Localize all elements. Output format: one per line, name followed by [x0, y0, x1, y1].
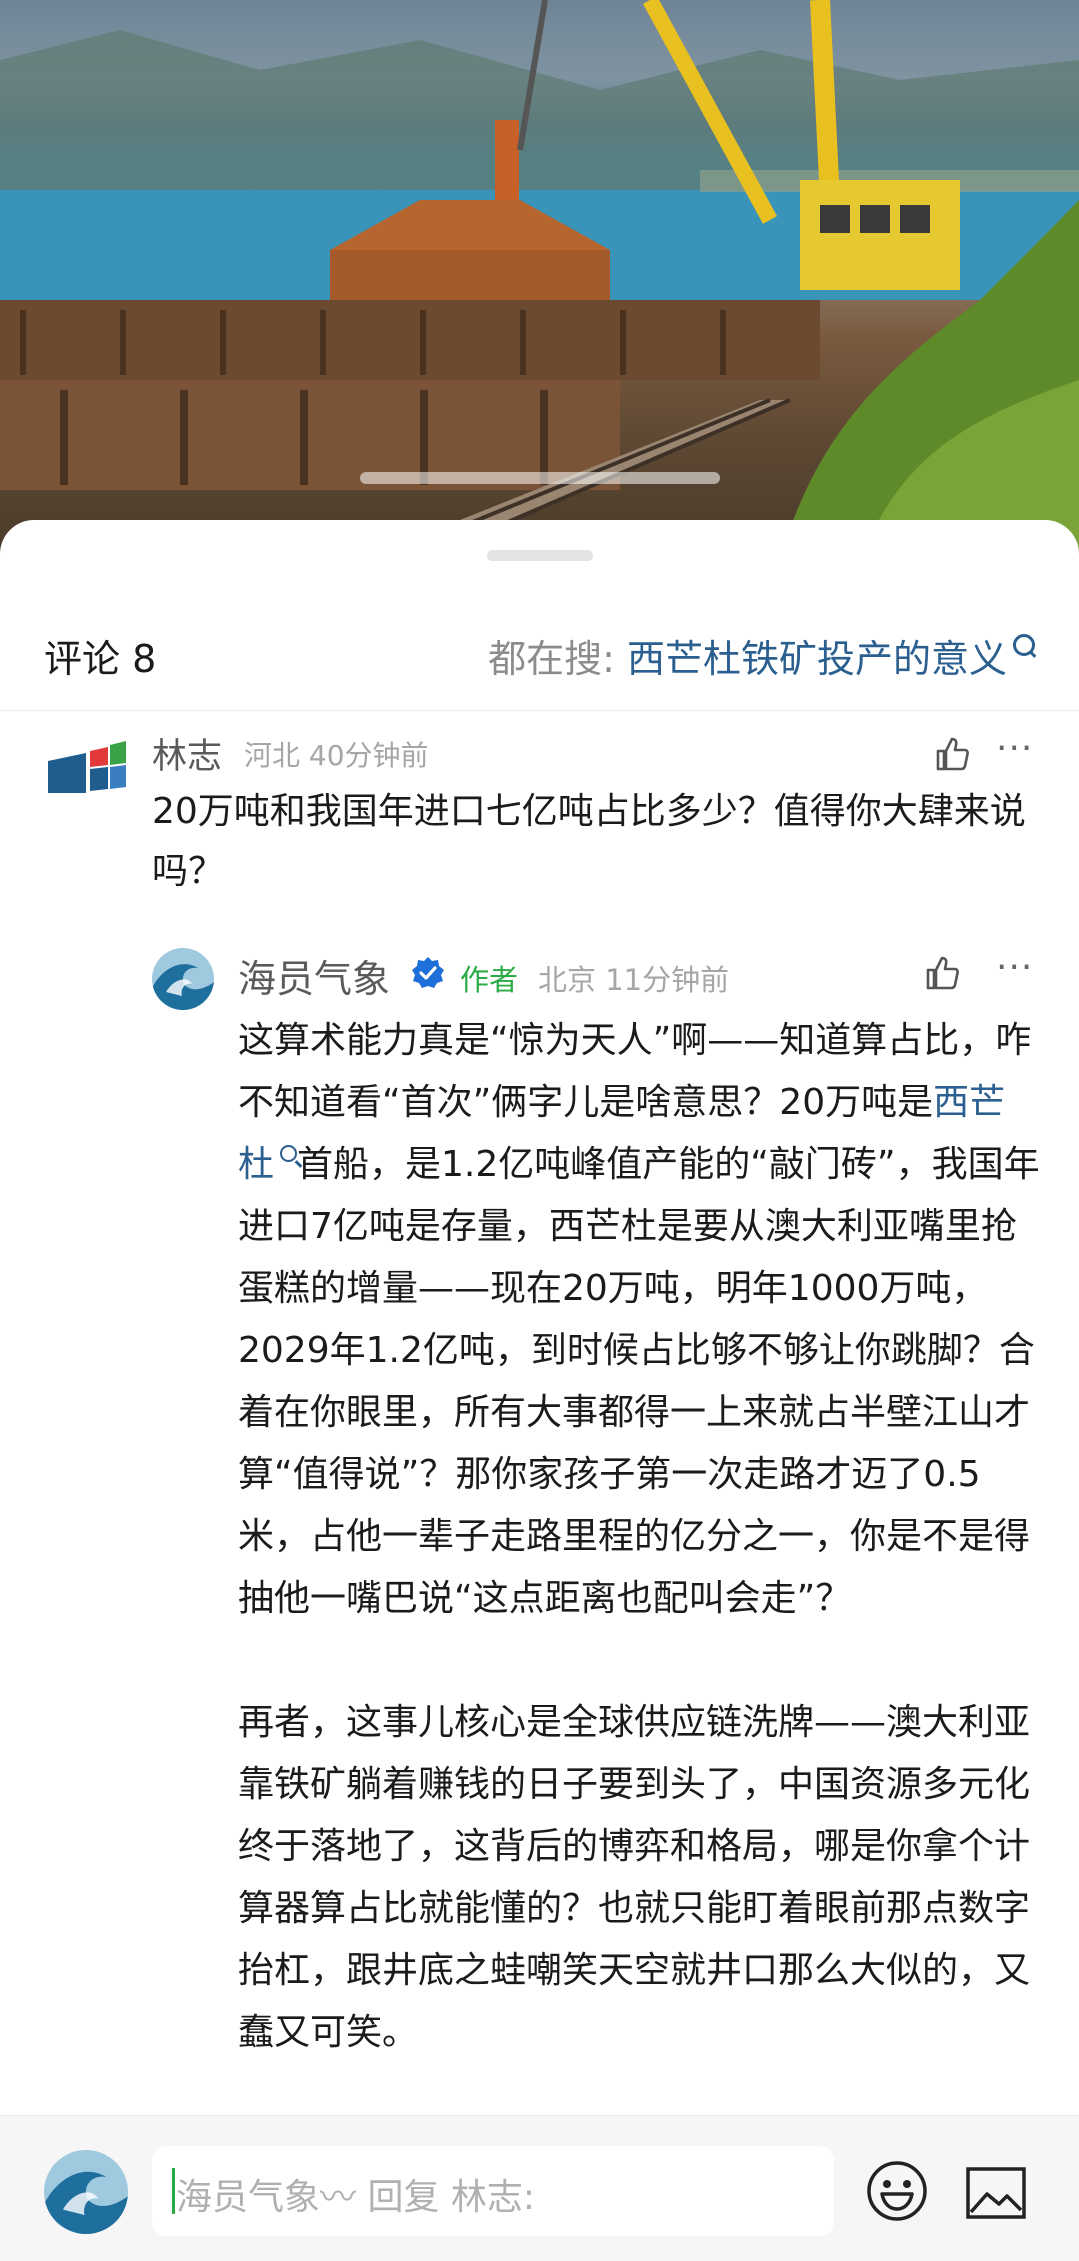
hero-illustration — [0, 0, 1079, 560]
hot-search[interactable]: 都在搜: 西芒杜铁矿投产的意义 — [488, 628, 1035, 683]
reply-text-segment: 首船，是1.2亿吨峰值产能的“敲门砖”，我国年进口7亿吨是存量，西芒杜是要从澳大… — [238, 1144, 1040, 1619]
search-icon — [1013, 634, 1035, 656]
reply-text: 这算术能力真是“惊为天人”啊——知道算占比，咋不知道看“首次”俩字儿是啥意思？2… — [238, 1010, 1040, 2064]
reply-paragraph-1: 这算术能力真是“惊为天人”啊——知道算占比，咋不知道看“首次”俩字儿是啥意思？2… — [238, 1010, 1040, 1630]
comment-location-time: 河北 40分钟前 — [244, 739, 429, 772]
more-dots-icon[interactable]: ··· — [996, 947, 1033, 988]
replier-avatar[interactable] — [152, 948, 214, 1010]
thumbs-up-icon[interactable] — [932, 733, 972, 773]
hot-search-label: 都在搜: — [488, 637, 627, 681]
comments-sheet: 评论 8 都在搜: 西芒杜铁矿投产的意义 林志 河北 40分钟前 ··· 20万… — [0, 520, 1079, 2260]
commenter-avatar[interactable] — [46, 731, 128, 795]
more-dots-icon[interactable]: ··· — [996, 728, 1033, 769]
verified-check-icon — [412, 957, 444, 988]
comments-count-title: 评论 8 — [44, 637, 157, 681]
text-caret — [172, 2168, 175, 2214]
comment-text: 20万吨和我国年进口七亿吨占比多少？值得你大肆来说吗？ — [152, 791, 1026, 892]
search-icon — [280, 1145, 298, 1162]
author-badge: 作者 — [460, 963, 519, 997]
replier-name[interactable]: 海员气象 — [238, 948, 390, 1003]
emoji-icon[interactable] — [866, 2160, 928, 2222]
reply-text-segment: 这算术能力真是“惊为天人”啊——知道算占比，咋不知道看“首次”俩字儿是啥意思？2… — [238, 1020, 1032, 1123]
commenter-name[interactable]: 林志 — [152, 728, 222, 779]
reply-bar: 海员气象〰 回复 林志: — [0, 2115, 1079, 2261]
comments-header: 评论 8 都在搜: 西芒杜铁矿投产的意义 — [0, 600, 1079, 711]
my-avatar[interactable] — [44, 2150, 128, 2234]
thumbs-up-icon[interactable] — [922, 952, 962, 992]
reply-placeholder: 海员气象〰 回复 林志: — [176, 2177, 536, 2218]
reply-paragraph-2: 再者，这事儿核心是全球供应链洗牌——澳大利亚靠铁矿躺着赚钱的日子要到头了，中国资… — [238, 1702, 1031, 2053]
drag-handle[interactable] — [487, 550, 593, 561]
hero-image — [0, 0, 1079, 560]
reply-location-time: 北京 11分钟前 — [538, 963, 730, 997]
reply-input[interactable]: 海员气象〰 回复 林志: — [152, 2146, 834, 2236]
image-icon[interactable] — [965, 2166, 1027, 2220]
hot-search-link[interactable]: 西芒杜铁矿投产的意义 — [627, 637, 1007, 681]
